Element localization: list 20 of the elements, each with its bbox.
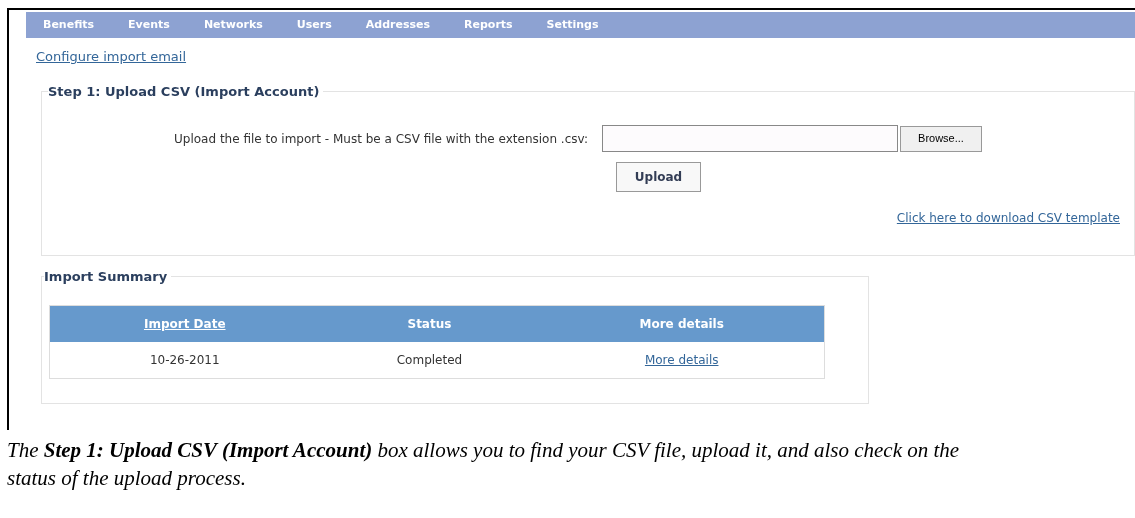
nav-link[interactable]: Reports [464,16,513,34]
file-input-field[interactable] [602,125,898,152]
nav-link[interactable]: Benefits [43,16,95,34]
column-header: Status [319,305,540,342]
template-link[interactable]: Click here to download CSV template [896,209,1120,227]
nav-link[interactable]: Settings [546,16,599,34]
column-header: More details [539,305,825,342]
caption: The Step 1: Upload CSV (Import Account) box allows you to find your CSV file, upload it, and also check on the status of the upload process. [6,437,961,492]
upload-button[interactable]: Upload [616,162,701,192]
nav-link[interactable]: Users [296,16,332,34]
browse-button[interactable]: Browse... [900,125,982,152]
nav-link[interactable]: Networks [203,16,263,34]
nav-link[interactable]: Events [128,16,170,34]
file-label: Upload the file to import - Must be a CSV file with the extension .csv: [173,130,589,148]
details-link[interactable]: More details [644,352,719,367]
table-cell: Completed [319,341,540,379]
column-header[interactable]: Import Date [49,305,320,342]
table-cell: 10-26-2011 [49,341,320,379]
nav-link[interactable]: Addresses [365,16,430,34]
configure-link[interactable]: Configure import email [36,49,187,64]
